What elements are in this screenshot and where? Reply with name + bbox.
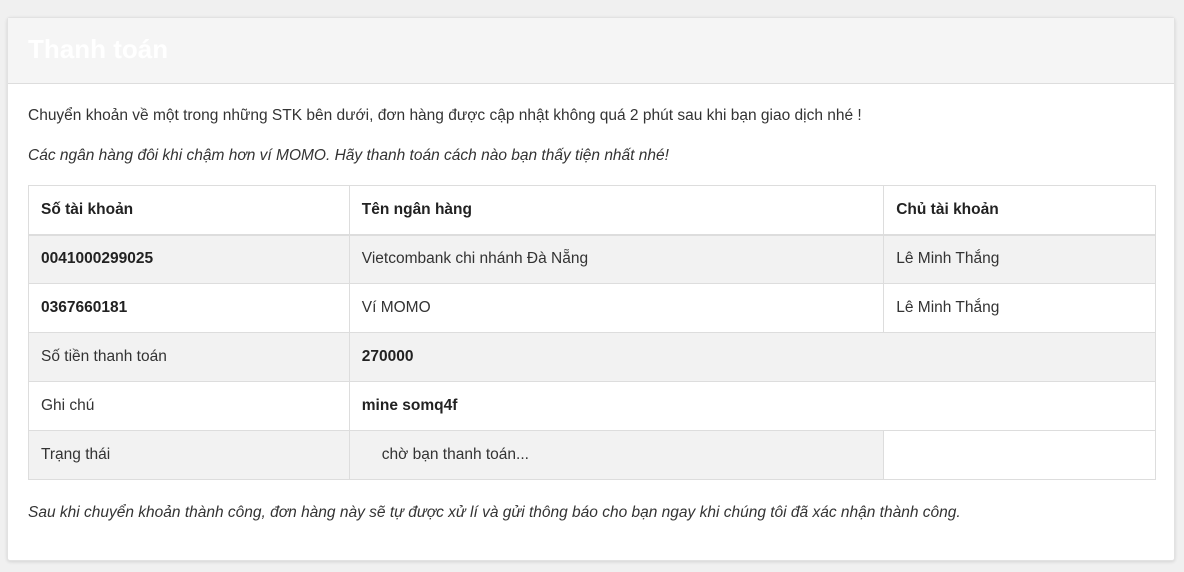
status-value: chờ bạn thanh toán... <box>381 446 529 463</box>
card-header: Thanh toán <box>8 18 1174 84</box>
table-header-row: Số tài khoản Tên ngân hàng Chủ tài khoản <box>28 185 1156 236</box>
bank-name: Vietcombank chi nhánh Đà Nẵng <box>348 234 885 284</box>
account-number[interactable]: 0041000299025 <box>28 234 350 284</box>
table-row: Số tiền thanh toán 270000 <box>28 332 1157 382</box>
table-row: Ghi chú mine somq4f <box>28 381 1157 431</box>
table-row: 0367660181 Ví MOMO Lê Minh Thắng <box>28 283 1156 333</box>
account-number[interactable]: 0367660181 <box>28 283 350 333</box>
header-account-number: Số tài khoản <box>28 185 350 236</box>
header-account-owner: Chủ tài khoản <box>883 185 1156 236</box>
card-title: Thanh toán <box>28 34 169 64</box>
memo-label: Ghi chú <box>28 381 350 431</box>
table-row: Trạng thái chờ bạn thanh toán... <box>28 430 1156 480</box>
account-owner: Lê Minh Thắng <box>883 283 1156 333</box>
status-cell: chờ bạn thanh toán... <box>348 430 885 480</box>
confirmation-note: Sau khi chuyển khoản thành công, đơn hàn… <box>28 504 961 521</box>
amount-value[interactable]: 270000 <box>348 332 1157 382</box>
header-bank-name: Tên ngân hàng <box>348 185 885 236</box>
amount-label: Số tiền thanh toán <box>28 332 350 382</box>
bank-name: Ví MOMO <box>348 283 885 333</box>
table-row: 0041000299025 Vietcombank chi nhánh Đà N… <box>28 234 1156 284</box>
transfer-instructions: Chuyển khoản về một trong những STK bên … <box>28 107 862 124</box>
status-empty-cell <box>883 430 1156 480</box>
status-label: Trạng thái <box>28 430 350 480</box>
account-owner: Lê Minh Thắng <box>883 234 1156 284</box>
bank-delay-note: Các ngân hàng đôi khi chậm hơn ví MOMO. … <box>28 147 669 164</box>
payment-card: Thanh toán Chuyển khoản về một trong nhữ… <box>7 17 1175 561</box>
memo-value[interactable]: mine somq4f <box>348 381 1157 431</box>
payment-table: Số tài khoản Tên ngân hàng Chủ tài khoản… <box>28 185 1157 480</box>
